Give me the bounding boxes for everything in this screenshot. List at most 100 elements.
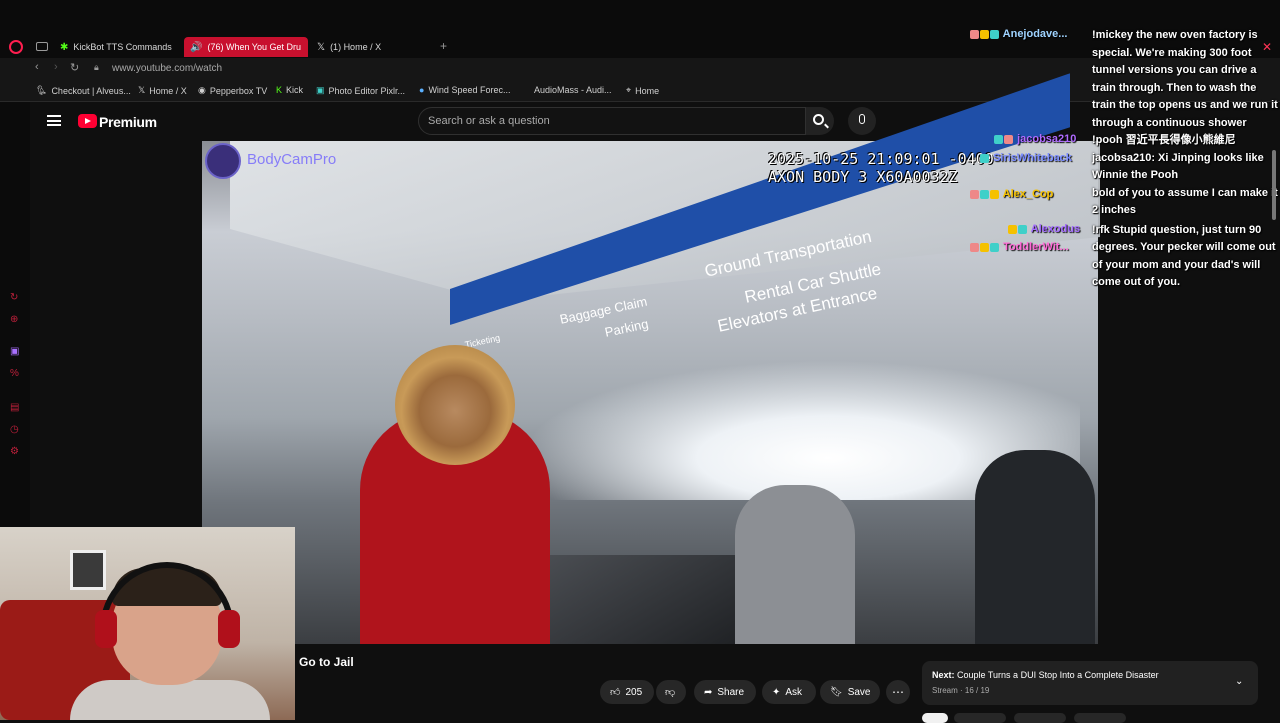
thumbs-down-icon: 👎︎ xyxy=(665,687,676,698)
up-next-title[interactable]: Next: Couple Turns a DUI Stop Into a Com… xyxy=(932,670,1159,680)
webcam-wall-frame xyxy=(70,550,106,590)
chat-message: !pooh 習近平長得像小熊維尼 xyxy=(1092,134,1236,146)
video-person-head xyxy=(395,345,515,465)
forward-icon[interactable]: › xyxy=(54,61,58,73)
chat-message: !rfk Stupid question, just turn 90 degre… xyxy=(1092,223,1276,289)
reload-icon[interactable]: ↻ xyxy=(70,61,79,74)
badge-icon xyxy=(1004,134,1013,144)
new-tab-button[interactable]: + xyxy=(440,39,447,53)
bookmark-pixlr[interactable]: ▣ Photo Editor Pixlr... xyxy=(316,85,405,96)
close-icon[interactable]: ✕ xyxy=(1262,40,1272,54)
tab-label: (76) When You Get Dru xyxy=(207,42,302,52)
scrollbar[interactable] xyxy=(1272,150,1276,220)
chip-row xyxy=(922,713,1280,723)
chat-username: SirisWhiteback xyxy=(980,152,1072,164)
headset-earcup xyxy=(218,610,240,648)
up-next-video: Couple Turns a DUI Stop Into a Complete … xyxy=(957,670,1159,680)
chat-username-text: Anejodave... xyxy=(1002,28,1068,40)
hamburger-menu-icon[interactable] xyxy=(47,115,61,126)
dislike-button[interactable]: 👎︎ xyxy=(656,680,686,704)
chat-username: ToddlerWit... xyxy=(970,241,1069,253)
speaker-icon: 🔊 xyxy=(190,41,203,53)
x-icon: 𝕏 xyxy=(317,41,326,53)
settings-icon[interactable]: ⚙ xyxy=(10,446,19,457)
sidebar-bag-icon[interactable]: ⊕ xyxy=(10,314,18,325)
share-label: Share xyxy=(717,686,745,698)
opera-logo-icon[interactable] xyxy=(9,40,23,54)
chip[interactable] xyxy=(1074,713,1126,723)
chat-messages: !mickey the new oven factory is special.… xyxy=(1092,27,1280,292)
bookmark-icon: 🔖︎ xyxy=(830,686,843,698)
timestamp-line: AXON BODY 3 X60A0032Z xyxy=(768,168,958,186)
bookmark-label: Photo Editor Pixlr... xyxy=(328,85,406,96)
badge-icon xyxy=(980,153,989,163)
bookmark-home[interactable]: ⌖ Home xyxy=(626,85,659,96)
bookmark-label: AudioMass - Audi... xyxy=(534,85,612,95)
kickbot-icon: ✱ xyxy=(60,41,69,53)
youtube-logo-icon[interactable] xyxy=(78,114,97,128)
webcam-shirt xyxy=(70,680,270,720)
pixlr-icon: ▣ xyxy=(316,85,325,95)
badge-icon xyxy=(1018,224,1027,234)
save-button[interactable]: 🔖︎ Save xyxy=(820,680,880,704)
url-field[interactable]: www.youtube.com/watch xyxy=(112,63,222,74)
crown-icon xyxy=(980,29,989,39)
bookmark-wind[interactable]: ● Wind Speed Forec... xyxy=(419,85,510,95)
history-icon[interactable]: ◷ xyxy=(10,424,19,435)
bookmark-alveus[interactable]: 🦜︎ Checkout | Alveus... xyxy=(36,85,131,96)
chat-message: !mickey the new oven factory is special.… xyxy=(1092,29,1278,129)
chip[interactable] xyxy=(954,713,1006,723)
search-icon[interactable] xyxy=(813,114,824,125)
bodycam-timestamp: 2025-10-25 21:09:01 -0400 AXON BODY 3 X6… xyxy=(768,150,994,186)
youtube-brand[interactable]: Premium xyxy=(99,114,157,130)
watermark-logo-icon xyxy=(205,143,241,179)
chat-username: Anejodave... xyxy=(970,28,1067,40)
kick-icon: K xyxy=(276,85,283,95)
video-person xyxy=(975,450,1095,644)
bookmark-pepperbox[interactable]: ◉ Pepperbox TV xyxy=(198,85,267,96)
badge-icon xyxy=(990,189,999,199)
microphone-icon[interactable] xyxy=(859,114,865,124)
bookmark-audiomass[interactable]: AudioMass - Audi... xyxy=(534,85,612,95)
pepperbox-icon: ◉ xyxy=(198,85,206,95)
chat-message: bold of you to assume I can make it 2 in… xyxy=(1092,186,1278,217)
sidebar-list-icon[interactable]: ▤ xyxy=(10,402,19,413)
pin-icon: ⌖ xyxy=(626,85,632,95)
like-count: 205 xyxy=(625,686,643,698)
chip[interactable] xyxy=(1014,713,1066,723)
like-button[interactable]: 👍︎ 205 xyxy=(600,680,654,704)
chip[interactable] xyxy=(922,713,948,723)
more-options-icon[interactable]: ⋯ xyxy=(886,680,910,704)
chat-username-text: SirisWhiteback xyxy=(993,152,1072,164)
tab-kickbot[interactable]: ✱ KickBot TTS Commands xyxy=(54,37,179,57)
video-scene-escalator xyxy=(550,555,760,644)
sidebar-refresh-icon[interactable]: ↻ xyxy=(10,292,18,303)
bookmark-x-home[interactable]: 𝕏 Home / X xyxy=(138,85,187,96)
thumbs-up-icon: 👍︎ xyxy=(610,687,621,698)
tab-youtube[interactable]: 🔊 (76) When You Get Dru xyxy=(184,37,308,57)
watermark-text: BodyCamPro xyxy=(247,151,337,168)
crown-icon xyxy=(980,242,989,252)
ask-button[interactable]: ✦ Ask xyxy=(762,680,816,704)
sidebar-percent-icon[interactable]: % xyxy=(10,368,19,379)
bookmark-label: Home / X xyxy=(149,85,187,96)
tab-manager-icon[interactable] xyxy=(36,42,48,51)
chevron-down-icon[interactable]: ⌄ xyxy=(1235,676,1243,687)
share-button[interactable]: ➦ Share xyxy=(694,680,756,704)
badge-icon xyxy=(970,29,979,39)
share-icon: ➦ xyxy=(704,686,713,698)
tab-x-home[interactable]: 𝕏 (1) Home / X xyxy=(311,37,431,57)
search-input[interactable]: Search or ask a question xyxy=(428,115,550,127)
chat-username: Alex_Cop xyxy=(970,188,1053,200)
tab-label: (1) Home / X xyxy=(330,42,382,52)
x-icon: 𝕏 xyxy=(138,85,146,95)
up-next-prefix: Next: xyxy=(932,670,955,680)
lock-icon[interactable]: 🔒︎ xyxy=(94,62,99,73)
video-title: Go to Jail xyxy=(299,655,354,669)
bookmark-kick[interactable]: K Kick xyxy=(276,85,303,95)
up-next-card[interactable] xyxy=(922,661,1258,705)
tab-label: KickBot TTS Commands xyxy=(73,42,172,52)
twitch-icon[interactable]: ▣ xyxy=(10,346,19,357)
back-icon[interactable]: ‹ xyxy=(35,61,39,73)
bookmark-label: Pepperbox TV xyxy=(209,85,268,96)
